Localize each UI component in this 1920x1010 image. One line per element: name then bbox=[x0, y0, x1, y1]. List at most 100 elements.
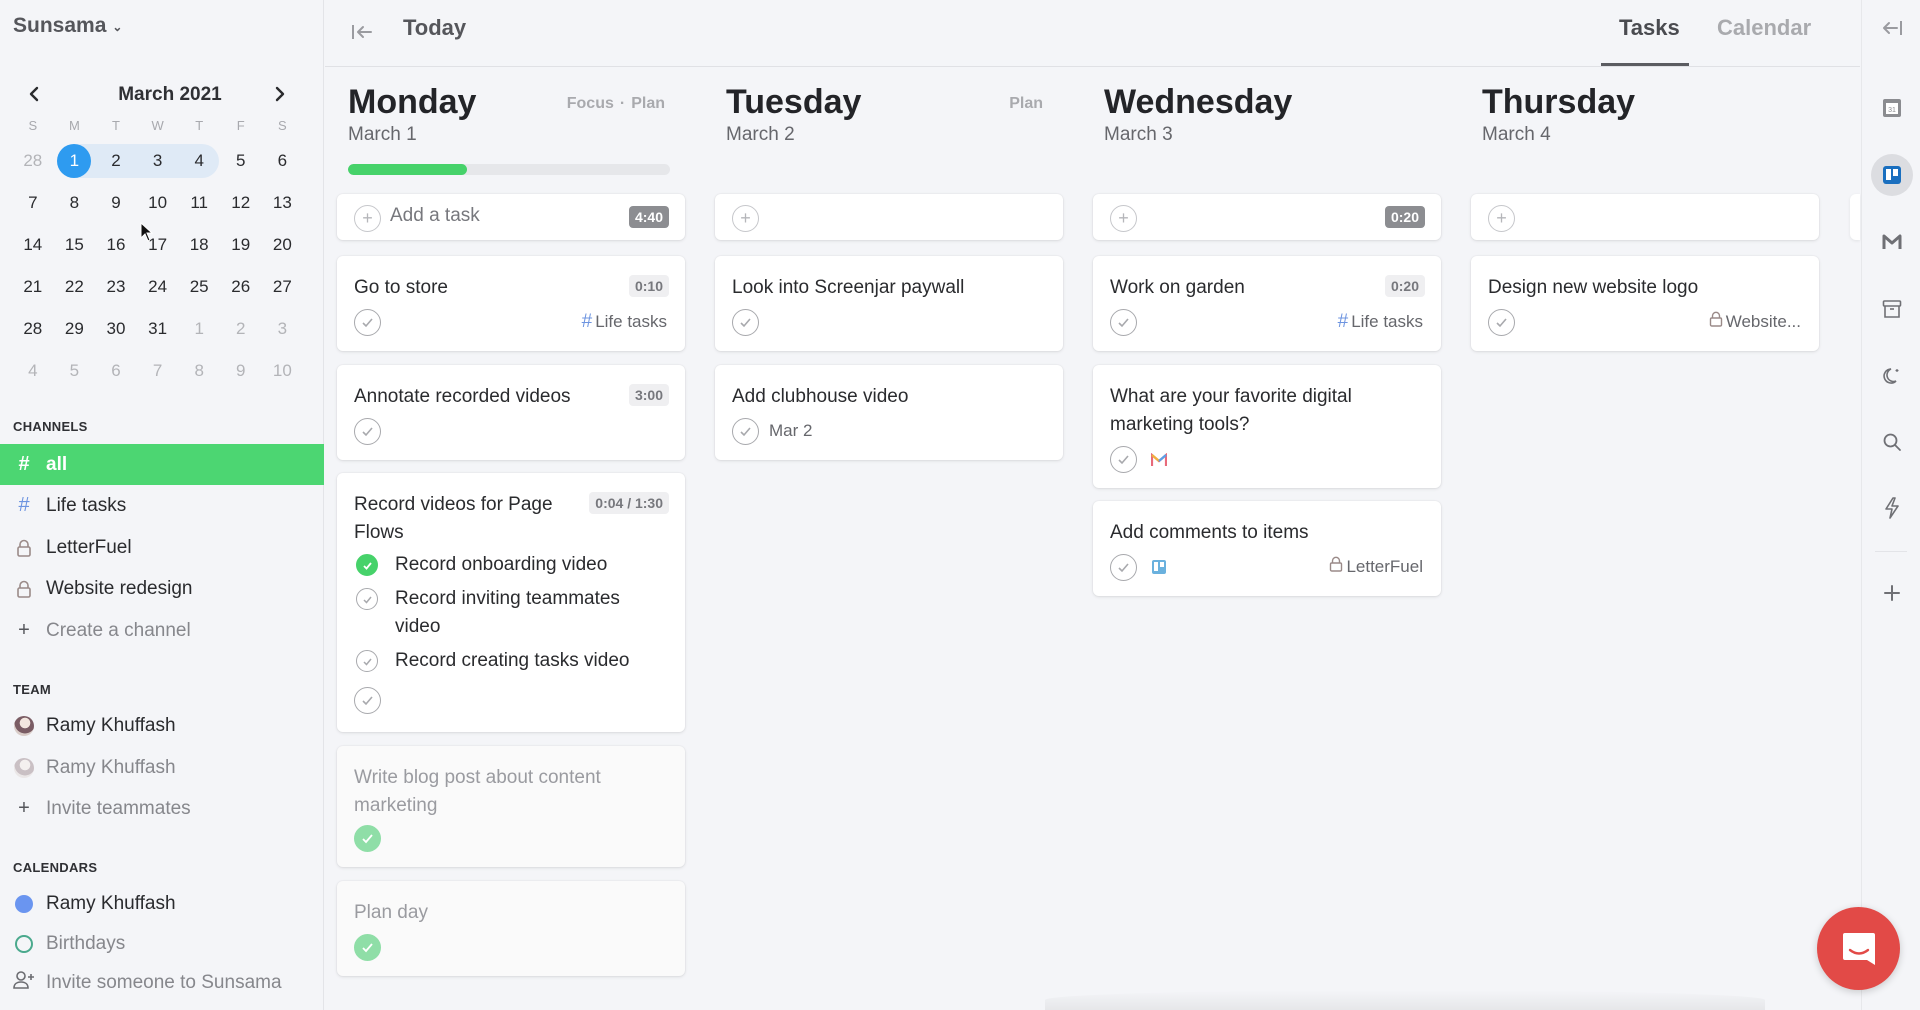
completed-checkbox[interactable] bbox=[354, 934, 381, 961]
calendar-day[interactable]: 28 bbox=[12, 312, 54, 346]
subtask-label[interactable]: Record onboarding video bbox=[395, 551, 607, 579]
task-time-estimate[interactable]: 0:10 bbox=[628, 275, 669, 297]
complete-task-checkbox[interactable] bbox=[354, 418, 381, 445]
calendar-day[interactable]: 21 bbox=[12, 270, 54, 304]
invite-teammates-button[interactable]: + Invite teammates bbox=[0, 788, 324, 829]
task-card[interactable]: What are your favorite digital marketing… bbox=[1093, 365, 1441, 488]
calendar-day[interactable]: 7 bbox=[12, 186, 54, 220]
task-time-estimate[interactable]: 3:00 bbox=[628, 384, 669, 406]
calendar-day[interactable]: 4 bbox=[178, 144, 220, 178]
tab-calendar[interactable]: Calendar bbox=[1717, 15, 1811, 41]
calendar-day[interactable]: 6 bbox=[262, 144, 304, 178]
calendar-day[interactable]: 30 bbox=[95, 312, 137, 346]
channel-website-redesign[interactable]: Website redesign bbox=[0, 568, 324, 609]
channel-tag[interactable]: Website... bbox=[1709, 311, 1801, 332]
calendar-day[interactable]: 13 bbox=[262, 186, 304, 220]
shortcuts-button[interactable] bbox=[1871, 487, 1913, 529]
calendar-day[interactable]: 12 bbox=[220, 186, 262, 220]
calendar-day[interactable]: 22 bbox=[54, 270, 96, 304]
complete-task-checkbox[interactable] bbox=[1110, 309, 1137, 336]
add-task-card[interactable]: + 0:20 bbox=[1093, 194, 1441, 240]
task-card[interactable]: Look into Screenjar paywall bbox=[715, 256, 1063, 351]
calendar-day[interactable]: 18 bbox=[178, 228, 220, 262]
complete-task-checkbox[interactable] bbox=[1110, 446, 1137, 473]
calendar-day[interactable]: 25 bbox=[178, 270, 220, 304]
calendar-day[interactable]: 3 bbox=[262, 312, 304, 346]
channel-all[interactable]: # all bbox=[0, 444, 324, 485]
calendar-day[interactable]: 29 bbox=[54, 312, 96, 346]
complete-task-checkbox[interactable] bbox=[732, 418, 759, 445]
dark-mode-button[interactable] bbox=[1871, 355, 1913, 397]
collapse-sidebar-button[interactable] bbox=[347, 17, 377, 47]
calendar-day[interactable]: 2 bbox=[95, 144, 137, 178]
calendar-day[interactable]: 9 bbox=[220, 354, 262, 388]
gmail-integration-button[interactable] bbox=[1871, 221, 1913, 263]
task-card[interactable]: Record videos for Page Flows 0:04 / 1:30… bbox=[337, 473, 685, 732]
complete-task-checkbox[interactable] bbox=[354, 309, 381, 336]
trello-integration-button[interactable] bbox=[1871, 154, 1913, 196]
complete-task-checkbox[interactable] bbox=[354, 687, 381, 714]
plan-link[interactable]: Plan bbox=[631, 95, 665, 112]
calendar-day[interactable]: 27 bbox=[262, 270, 304, 304]
calendar-day[interactable]: 1 bbox=[178, 312, 220, 346]
complete-task-checkbox[interactable] bbox=[732, 309, 759, 336]
task-card[interactable]: Add comments to items LetterFuel bbox=[1093, 501, 1441, 596]
calendar-day[interactable]: 1 bbox=[54, 144, 96, 178]
plus-circle-icon[interactable]: + bbox=[732, 205, 759, 232]
focus-link[interactable]: Focus bbox=[567, 95, 614, 112]
channel-tag[interactable]: LetterFuel bbox=[1329, 556, 1423, 577]
calendar-day[interactable]: 8 bbox=[178, 354, 220, 388]
invite-someone-button[interactable]: Invite someone to Sunsama bbox=[0, 963, 324, 1003]
calendar-day[interactable]: 7 bbox=[137, 354, 179, 388]
plus-circle-icon[interactable]: + bbox=[354, 205, 381, 232]
task-card-completed[interactable]: Plan day bbox=[337, 881, 685, 976]
calendar-day[interactable]: 5 bbox=[220, 144, 262, 178]
add-integration-button[interactable] bbox=[1871, 572, 1913, 614]
task-time-estimate[interactable]: 0:20 bbox=[1384, 275, 1425, 297]
subtask-checkbox[interactable] bbox=[356, 588, 378, 610]
task-card[interactable]: Add clubhouse video Mar 2 bbox=[715, 365, 1063, 460]
calendar-day[interactable]: 6 bbox=[95, 354, 137, 388]
calendar-day[interactable]: 23 bbox=[95, 270, 137, 304]
channel-letterfuel[interactable]: LetterFuel bbox=[0, 527, 324, 568]
collapse-right-panel-button[interactable] bbox=[1871, 7, 1913, 49]
add-task-card[interactable]: + Add a task 4:40 bbox=[337, 194, 685, 240]
calendar-day[interactable]: 11 bbox=[178, 186, 220, 220]
next-month-button[interactable] bbox=[268, 82, 292, 106]
task-card[interactable]: Work on garden 0:20 # Life tasks bbox=[1093, 256, 1441, 351]
calendar-day[interactable]: 16 bbox=[95, 228, 137, 262]
calendar-day[interactable]: 15 bbox=[54, 228, 96, 262]
task-card[interactable]: Annotate recorded videos 3:00 bbox=[337, 365, 685, 460]
team-member[interactable]: Ramy Khuffash bbox=[0, 747, 324, 788]
subtask-label[interactable]: Record inviting teammates video bbox=[395, 585, 665, 641]
create-channel-button[interactable]: + Create a channel bbox=[0, 610, 324, 651]
calendar-day[interactable]: 2 bbox=[220, 312, 262, 346]
task-card[interactable]: Design new website logo Website... bbox=[1471, 256, 1819, 351]
subtask-label[interactable]: Record creating tasks video bbox=[395, 647, 629, 675]
google-calendar-button[interactable]: 31 bbox=[1871, 87, 1913, 129]
plus-circle-icon[interactable]: + bbox=[1488, 205, 1515, 232]
plan-link[interactable]: Plan bbox=[1009, 95, 1043, 112]
calendar-day[interactable]: 3 bbox=[137, 144, 179, 178]
calendar-day[interactable]: 26 bbox=[220, 270, 262, 304]
task-card-completed[interactable]: Write blog post about content marketing bbox=[337, 746, 685, 867]
complete-task-checkbox[interactable] bbox=[1110, 554, 1137, 581]
calendar-day[interactable]: 31 bbox=[137, 312, 179, 346]
calendar-day[interactable]: 10 bbox=[262, 354, 304, 388]
channel-life-tasks[interactable]: # Life tasks bbox=[0, 485, 324, 526]
support-chat-button[interactable] bbox=[1817, 907, 1900, 990]
add-task-input[interactable]: Add a task bbox=[390, 205, 480, 227]
add-task-card[interactable]: + bbox=[715, 194, 1063, 240]
calendar-day[interactable]: 8 bbox=[54, 186, 96, 220]
task-card[interactable]: Go to store 0:10 # Life tasks bbox=[337, 256, 685, 351]
task-time-actual-planned[interactable]: 0:04 / 1:30 bbox=[589, 492, 669, 514]
channel-tag[interactable]: # Life tasks bbox=[582, 311, 667, 333]
calendar-day[interactable]: 9 bbox=[95, 186, 137, 220]
archive-button[interactable] bbox=[1871, 288, 1913, 330]
subtask-checkbox[interactable] bbox=[356, 650, 378, 672]
calendar-day[interactable]: 24 bbox=[137, 270, 179, 304]
tab-tasks[interactable]: Tasks bbox=[1619, 15, 1680, 41]
subtask-checkbox-checked[interactable] bbox=[356, 554, 378, 576]
completed-checkbox[interactable] bbox=[354, 825, 381, 852]
workspace-switcher[interactable]: Sunsama ⌄ bbox=[13, 14, 122, 38]
